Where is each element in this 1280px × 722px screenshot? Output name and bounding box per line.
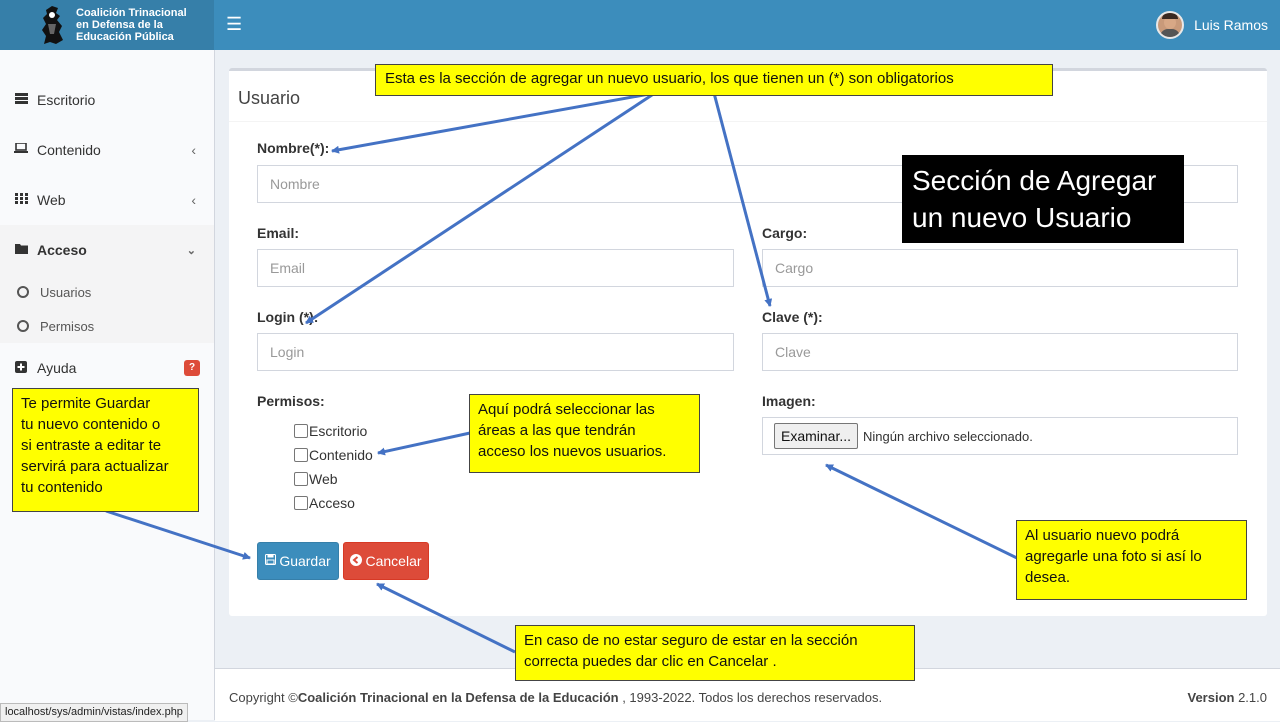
callout-imagen: Al usuario nuevo podrá agregarle una fot… (1016, 520, 1247, 600)
arrow-to-login (305, 91, 656, 325)
callout-guardar: Te permite Guardar tu nuevo contenido o … (12, 388, 199, 512)
arrow-to-nombre (331, 91, 656, 154)
arrow-to-guardar (105, 509, 251, 560)
section-title-label: Sección de Agregar un nuevo Usuario (902, 155, 1184, 243)
arrow-to-imagen (825, 463, 1018, 560)
callout-cancelar: En caso de no estar seguro de estar en l… (515, 625, 915, 681)
annotation-arrows (105, 91, 1018, 654)
arrow-to-permisos (377, 431, 471, 456)
callout-top: Esta es la sección de agregar un nuevo u… (375, 64, 1053, 96)
arrow-to-cancelar (376, 582, 516, 654)
arrow-to-clave (712, 92, 773, 307)
callout-permisos: Aquí podrá seleccionar las áreas a las q… (469, 394, 700, 473)
